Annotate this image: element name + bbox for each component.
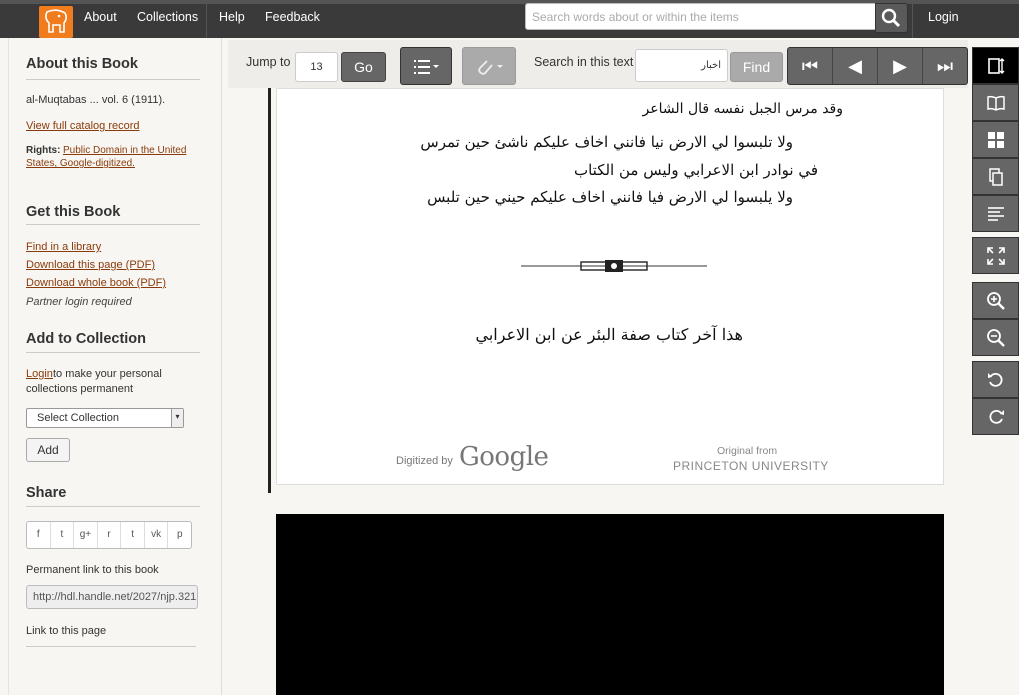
download-page-link[interactable]: Download this page (PDF) xyxy=(26,259,155,271)
next-page-scan[interactable] xyxy=(276,514,944,695)
download-book-link[interactable]: Download whole book (PDF) xyxy=(26,277,166,289)
go-button[interactable]: Go xyxy=(341,52,386,82)
text-view-icon xyxy=(987,207,1004,221)
collection-login-link[interactable]: Login xyxy=(26,368,53,380)
select-collection-value: Select Collection xyxy=(37,412,119,424)
search-in-text-input[interactable]: اخبار xyxy=(635,49,728,82)
attachment-button[interactable] xyxy=(462,47,516,85)
contents-button[interactable] xyxy=(400,47,452,85)
nav-about[interactable]: About xyxy=(84,10,117,24)
login-link[interactable]: Login xyxy=(928,10,959,24)
chevron-down-icon: ▾ xyxy=(171,409,183,427)
share-buttons: f t g+ r t vk p xyxy=(26,521,192,549)
tumblr-icon[interactable]: t xyxy=(121,522,145,548)
princeton-watermark: PRINCETON UNIVERSITY xyxy=(673,459,829,473)
paperclip-icon xyxy=(478,60,503,75)
fullscreen-button[interactable] xyxy=(972,237,1019,274)
rotate-left-icon xyxy=(987,372,1002,387)
divider xyxy=(26,224,200,225)
permanent-link-label: Permanent link to this book xyxy=(26,564,159,576)
find-button[interactable]: Find xyxy=(730,52,783,82)
book-view-icon xyxy=(986,95,1005,111)
rights-link[interactable]: Public Domain in the United xyxy=(63,145,186,156)
zoom-in-icon xyxy=(986,292,1005,310)
jump-label: Jump to xyxy=(246,55,291,69)
digitized-by-label: Digitized by xyxy=(396,455,453,467)
nav-divider xyxy=(912,4,913,38)
list-icon xyxy=(414,60,439,74)
next-page-icon[interactable]: ▶ xyxy=(878,48,923,84)
original-from-label: Original from xyxy=(717,445,778,457)
book-view-button[interactable] xyxy=(972,84,1019,121)
collection-heading: Add to Collection xyxy=(26,331,147,347)
divider xyxy=(26,352,200,353)
search-icon xyxy=(881,8,901,28)
collection-text: to make your personal xyxy=(53,368,162,380)
page-view-button[interactable] xyxy=(972,158,1019,195)
thumbnail-view-icon xyxy=(987,132,1004,148)
permanent-link-input[interactable]: http://hdl.handle.net/2027/njp.321 xyxy=(26,585,198,609)
search-text-label: Search in this text xyxy=(534,55,634,69)
add-collection-button[interactable]: Add xyxy=(26,438,70,462)
twitter-icon[interactable]: t xyxy=(51,522,75,548)
thumbnail-view-button[interactable] xyxy=(972,121,1019,158)
elephant-logo-icon[interactable] xyxy=(39,6,73,38)
scroll-view-button[interactable] xyxy=(972,47,1019,84)
page-view-icon xyxy=(988,168,1003,186)
zoom-out-button[interactable] xyxy=(972,319,1019,356)
google-watermark: Google xyxy=(459,442,549,472)
page-edge xyxy=(268,88,271,493)
reddit-icon[interactable]: r xyxy=(98,522,122,548)
nav-feedback[interactable]: Feedback xyxy=(265,10,320,24)
rotate-right-button[interactable] xyxy=(972,398,1019,435)
rights-label: Rights: xyxy=(26,145,61,156)
rotate-right-icon xyxy=(989,409,1004,424)
jump-to-input[interactable]: 13 xyxy=(295,52,338,82)
nav-collections[interactable]: Collections xyxy=(137,10,198,24)
link-page-label: Link to this page xyxy=(26,625,107,637)
zoom-in-button[interactable] xyxy=(972,282,1019,319)
scroll-view-icon xyxy=(987,58,1004,74)
catalog-record-link[interactable]: View full catalog record xyxy=(26,120,140,132)
page-navigation: ⏮ ◀ ▶ ⏭ xyxy=(787,47,968,85)
site-search-input[interactable]: Search words about or within the items xyxy=(525,3,876,30)
collection-text-2: collections permanent xyxy=(26,383,134,395)
nav-help[interactable]: Help xyxy=(219,10,245,24)
about-heading: About this Book xyxy=(26,56,138,72)
arabic-text-line: ولا يلبسوا لي الارض فيا فانني اخاف عليكم… xyxy=(427,188,793,206)
get-book-heading: Get this Book xyxy=(26,204,121,220)
book-title: al-Muqtabas ... vol. 6 (1911). xyxy=(26,94,166,106)
zoom-out-icon xyxy=(986,329,1005,347)
arabic-text-line: ولا تلبسوا لي الارض نيا فانني اخاف عليكم… xyxy=(420,133,793,151)
nav-divider xyxy=(206,4,207,38)
divider xyxy=(26,79,200,80)
search-button[interactable] xyxy=(875,3,908,33)
arabic-text-line: في نوادر ابن الاعرابي وليس من الكتاب xyxy=(573,161,818,179)
text-view-button[interactable] xyxy=(972,195,1019,232)
link-page-input[interactable] xyxy=(26,646,196,647)
vk-icon[interactable]: vk xyxy=(145,522,169,548)
facebook-icon[interactable]: f xyxy=(27,522,51,548)
prev-page-icon[interactable]: ◀ xyxy=(833,48,878,84)
last-page-icon[interactable]: ⏭ xyxy=(923,48,967,84)
arabic-text-line: وقد مرس الجبل نفسه قال الشاعر xyxy=(642,101,843,117)
ornament-divider xyxy=(521,260,707,272)
divider xyxy=(26,506,200,507)
pinterest-icon[interactable]: p xyxy=(168,522,191,548)
partner-login-note: Partner login required xyxy=(26,296,132,308)
find-library-link[interactable]: Find in a library xyxy=(26,241,101,253)
rotate-left-button[interactable] xyxy=(972,361,1019,398)
page-scan[interactable]: وقد مرس الجبل نفسه قال الشاعر ولا تلبسوا… xyxy=(276,88,944,485)
sidebar: About this Book al-Muqtabas ... vol. 6 (… xyxy=(8,38,222,695)
share-heading: Share xyxy=(26,485,67,501)
google-plus-icon[interactable]: g+ xyxy=(74,522,98,548)
rights-link-2[interactable]: States, Google-digitized. xyxy=(26,158,135,169)
select-collection-dropdown[interactable]: Select Collection ▾ xyxy=(26,408,184,428)
first-page-icon[interactable]: ⏮ xyxy=(788,48,833,84)
arabic-text-line: هذا آخر كتاب صفة البئر عن ابن الاعرابي xyxy=(475,325,743,344)
fullscreen-icon xyxy=(986,247,1005,265)
